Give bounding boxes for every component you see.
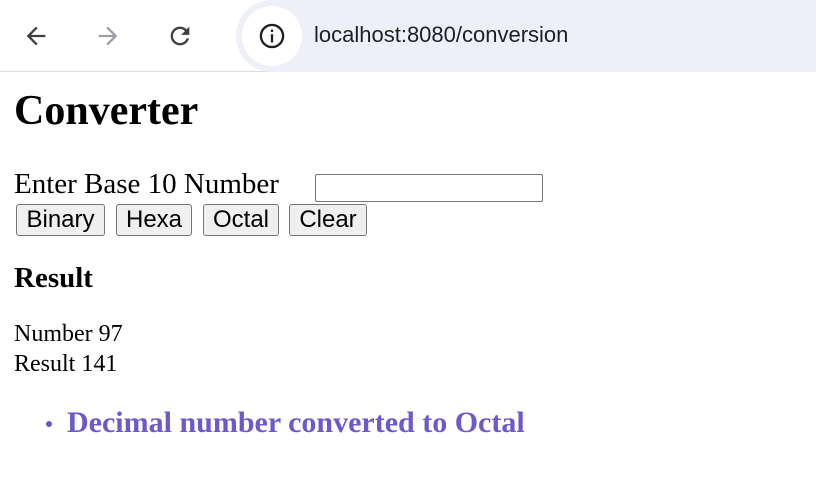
octal-button[interactable]: Octal [203, 204, 279, 236]
reload-button[interactable] [160, 16, 200, 56]
arrow-right-icon [98, 26, 118, 46]
binary-button[interactable]: Binary [16, 204, 105, 236]
conversion-message: Decimal number converted to Octal [67, 406, 525, 439]
number-line: Number 97 [14, 321, 123, 347]
list-item: Decimal number converted to Octal [0, 403, 525, 443]
result-line: Result 141 [14, 351, 118, 377]
url-text[interactable]: localhost:8080/conversion [314, 22, 568, 48]
site-info-button[interactable] [242, 6, 302, 66]
number-input[interactable] [315, 174, 543, 202]
hexa-button[interactable]: Hexa [116, 204, 192, 236]
clear-button[interactable]: Clear [289, 204, 367, 236]
page-title: Converter [14, 88, 199, 134]
input-label: Enter Base 10 Number [14, 168, 279, 200]
info-icon [259, 23, 285, 49]
back-button[interactable] [16, 16, 56, 56]
page-content: Converter Enter Base 10 Number Binary He… [0, 73, 816, 495]
forward-button[interactable] [88, 16, 128, 56]
message-list: Decimal number converted to Octal [0, 403, 525, 443]
browser-toolbar: localhost:8080/conversion [0, 0, 816, 72]
arrow-left-icon [26, 26, 46, 46]
result-heading: Result [14, 262, 93, 294]
bullet-icon [46, 421, 52, 427]
reload-icon [170, 26, 190, 46]
address-bar[interactable]: localhost:8080/conversion [236, 0, 816, 72]
